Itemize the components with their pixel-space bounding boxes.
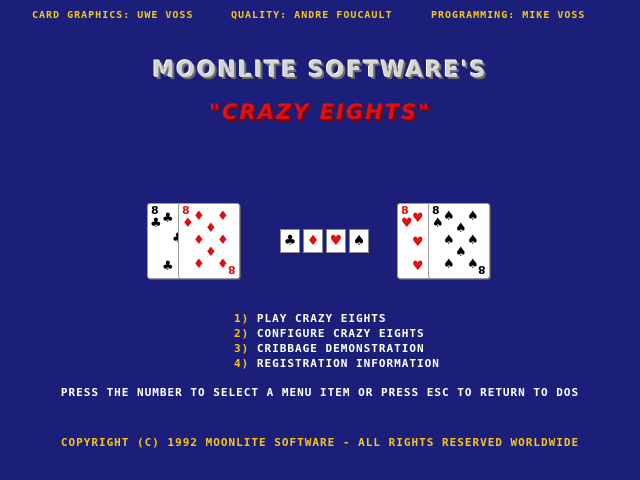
instruction-text: PRESS THE NUMBER TO SELECT A MENU ITEM O… (60, 386, 580, 399)
suit-heart-box: ♥ (326, 229, 346, 253)
club-icon: ♣ (150, 216, 162, 231)
diamond-icon: ♦ (306, 233, 320, 249)
card-rank: 8 (432, 204, 440, 217)
spade-icon: ♠ (467, 233, 479, 248)
menu-item-number: 1) (234, 312, 250, 325)
heart-icon: ♥ (412, 259, 424, 274)
heart-icon: ♥ (412, 211, 424, 226)
menu-item-label: REGISTRATION INFORMATION (256, 357, 440, 370)
menu-item-number: 4) (234, 357, 250, 370)
menu-item-configure-crazy-eights[interactable]: 2) CONFIGURE CRAZY EIGHTS (234, 326, 440, 341)
spade-icon: ♠ (443, 233, 455, 248)
spade-icon: ♠ (467, 257, 479, 272)
credit-card-graphics: CARD GRAPHICS: UWE VOSS (32, 10, 194, 21)
spade-icon: ♠ (432, 216, 444, 231)
main-menu: 1) PLAY CRAZY EIGHTS 2) CONFIGURE CRAZY … (234, 311, 440, 371)
menu-item-label: PLAY CRAZY EIGHTS (256, 312, 387, 325)
diamond-icon: ♦ (193, 257, 205, 272)
credit-programming: PROGRAMMING: MIKE VOSS (431, 10, 586, 21)
club-icon: ♣ (162, 211, 174, 226)
card-rank-bottom: 8 (478, 263, 486, 276)
diamond-icon: ♦ (205, 221, 217, 236)
game-title: "CRAZY EIGHTS" (209, 100, 431, 124)
card-rank-bottom: 8 (228, 263, 236, 276)
suit-spade-box: ♠ (349, 229, 369, 253)
heart-icon: ♥ (412, 235, 424, 250)
menu-item-registration-information[interactable]: 4) REGISTRATION INFORMATION (234, 356, 440, 371)
copyright-text: COPYRIGHT (C) 1992 MOONLITE SOFTWARE - A… (60, 436, 580, 449)
card-8-diamonds-left: 8 ♦ ♦ ♦ ♦ ♦ ♦ ♦ ♦ ♦ 8 (178, 203, 240, 279)
diamond-icon: ♦ (217, 257, 229, 272)
menu-item-label: CRIBBAGE DEMONSTRATION (256, 342, 425, 355)
menu-item-cribbage-demonstration[interactable]: 3) CRIBBAGE DEMONSTRATION (234, 341, 440, 356)
menu-item-number: 2) (234, 327, 250, 340)
heart-icon: ♥ (401, 216, 413, 231)
spade-icon: ♠ (352, 233, 366, 249)
card-rank: 8 (182, 204, 190, 217)
diamond-icon: ♦ (193, 209, 205, 224)
spade-icon: ♠ (467, 209, 479, 224)
credit-quality: QUALITY: ANDRE FOUCAULT (231, 10, 393, 21)
menu-item-number: 3) (234, 342, 250, 355)
publisher-title: MOONLITE SOFTWARE'S (152, 58, 488, 83)
diamond-icon: ♦ (182, 216, 194, 231)
card-rank: 8 (151, 204, 159, 217)
club-icon: ♣ (162, 259, 174, 274)
suit-diamond-box: ♦ (303, 229, 323, 253)
card-8-spades-right: 8 ♠ ♠ ♠ ♠ ♠ ♠ ♠ ♠ ♠ 8 (428, 203, 490, 279)
spade-icon: ♠ (443, 257, 455, 272)
spade-icon: ♠ (455, 221, 467, 236)
card-rank: 8 (401, 204, 409, 217)
diamond-icon: ♦ (217, 233, 229, 248)
suit-club-box: ♣ (280, 229, 300, 253)
club-icon: ♣ (283, 233, 297, 249)
heart-icon: ♥ (329, 233, 343, 249)
spade-icon: ♠ (443, 209, 455, 224)
spade-icon: ♠ (455, 245, 467, 260)
diamond-icon: ♦ (217, 209, 229, 224)
diamond-icon: ♦ (193, 233, 205, 248)
menu-item-label: CONFIGURE CRAZY EIGHTS (256, 327, 425, 340)
diamond-icon: ♦ (205, 245, 217, 260)
menu-item-play-crazy-eights[interactable]: 1) PLAY CRAZY EIGHTS (234, 311, 440, 326)
